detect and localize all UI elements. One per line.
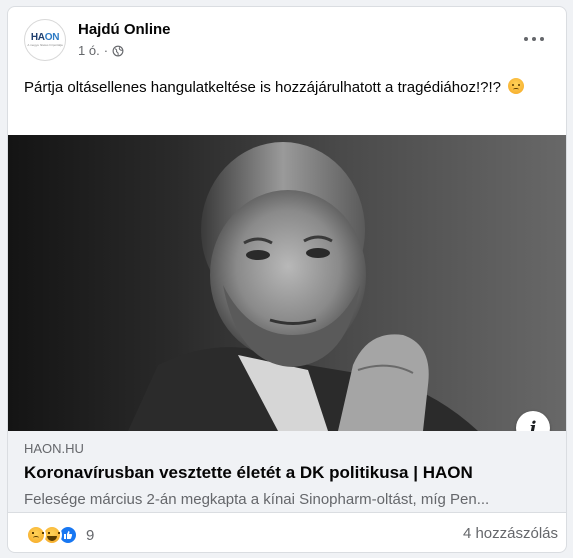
sad-reaction-icon bbox=[26, 525, 46, 545]
post-message: Pártja oltásellenes hangulatkeltése is h… bbox=[24, 79, 501, 96]
article-photo[interactable] bbox=[8, 135, 566, 431]
reaction-count[interactable]: 9 bbox=[86, 527, 94, 544]
post-timestamp[interactable]: 1 ó. bbox=[78, 43, 100, 58]
more-dot-icon bbox=[532, 37, 536, 41]
avatar-logo: HAON bbox=[30, 32, 60, 43]
link-domain: HAON.HU bbox=[24, 441, 84, 456]
reactions-summary[interactable]: 9 bbox=[26, 525, 94, 545]
more-dot-icon bbox=[540, 37, 544, 41]
comments-count-link[interactable]: 4 hozzászólás bbox=[463, 525, 558, 542]
link-preview[interactable]: HAON.HU Koronavírusban vesztette életét … bbox=[8, 431, 566, 513]
page-name[interactable]: Hajdú Online bbox=[78, 21, 171, 38]
globe-icon[interactable] bbox=[112, 45, 124, 57]
post-meta: 1 ó. · bbox=[78, 43, 124, 58]
post-header: HAON A megye hiteles hírportálja Hajdú O… bbox=[8, 7, 566, 71]
post-text: Pártja oltásellenes hangulatkeltése is h… bbox=[24, 77, 544, 98]
link-description: Felesége március 2-án megkapta a kínai S… bbox=[24, 491, 490, 508]
more-dot-icon bbox=[524, 37, 528, 41]
post-card: HAON A megye hiteles hírportálja Hajdú O… bbox=[7, 6, 567, 553]
avatar[interactable]: HAON A megye hiteles hírportálja bbox=[24, 19, 66, 61]
post-footer: 9 4 hozzászólás bbox=[8, 517, 566, 552]
link-title[interactable]: Koronavírusban vesztette életét a DK pol… bbox=[24, 463, 473, 483]
portrait-image bbox=[128, 142, 478, 431]
more-options-button[interactable] bbox=[516, 25, 552, 53]
avatar-tagline: A megye hiteles hírportálja bbox=[27, 43, 63, 47]
angry-face-emoji-icon bbox=[508, 78, 525, 94]
